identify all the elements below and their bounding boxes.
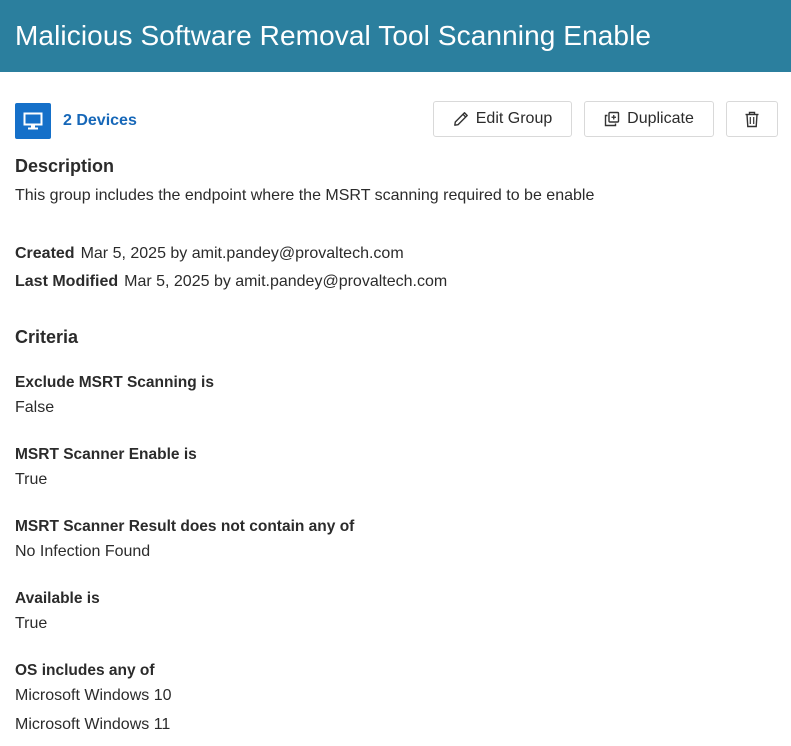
criteria-heading: Criteria — [15, 327, 79, 347]
description-heading: Description — [15, 156, 115, 176]
criterion-value: True — [15, 615, 48, 632]
created-label: Created — [15, 245, 75, 262]
created-value: Mar 5, 2025 by amit.pandey@provaltech.co… — [80, 245, 404, 262]
criterion-label: MSRT Scanner Enable is — [15, 446, 197, 463]
criterion-label: Exclude MSRT Scanning is — [15, 374, 214, 391]
last-modified-value: Mar 5, 2025 by amit.pandey@provaltech.co… — [124, 273, 448, 290]
criterion-value: True — [15, 471, 48, 488]
criterion-label: Available is — [15, 590, 100, 607]
criterion-label: OS includes any of — [15, 662, 155, 679]
page-header: Malicious Software Removal Tool Scanning… — [0, 0, 791, 72]
criterion-value: Microsoft Windows 10 — [15, 687, 172, 704]
edit-group-button[interactable]: Edit Group — [433, 101, 572, 137]
last-modified-label: Last Modified — [15, 273, 119, 290]
pencil-icon — [453, 112, 468, 126]
criterion-label: MSRT Scanner Result does not contain any… — [15, 518, 355, 535]
created-row: Created Mar 5, 2025 by amit.pandey@proval… — [15, 245, 404, 263]
criterion-value: False — [15, 399, 55, 416]
devices-count-label[interactable]: 2 Devices — [63, 112, 137, 130]
delete-button[interactable] — [726, 101, 778, 137]
duplicate-button[interactable]: Duplicate — [584, 101, 714, 137]
duplicate-label: Duplicate — [627, 110, 694, 127]
duplicate-icon — [604, 111, 620, 127]
monitor-icon — [15, 103, 51, 139]
description-text: This group includes the endpoint where t… — [15, 187, 595, 204]
trash-icon — [745, 111, 759, 127]
last-modified-row: Last Modified Mar 5, 2025 by amit.pandey@… — [15, 273, 447, 291]
criterion-value: No Infection Found — [15, 543, 151, 560]
page-title: Malicious Software Removal Tool Scanning… — [15, 20, 652, 51]
devices-link[interactable]: 2 Devices — [15, 103, 137, 139]
criterion-value: Microsoft Windows 11 — [15, 716, 171, 733]
toolbar: 2 Devices Edit Group Duplicate — [0, 101, 791, 139]
edit-group-label: Edit Group — [475, 110, 553, 127]
